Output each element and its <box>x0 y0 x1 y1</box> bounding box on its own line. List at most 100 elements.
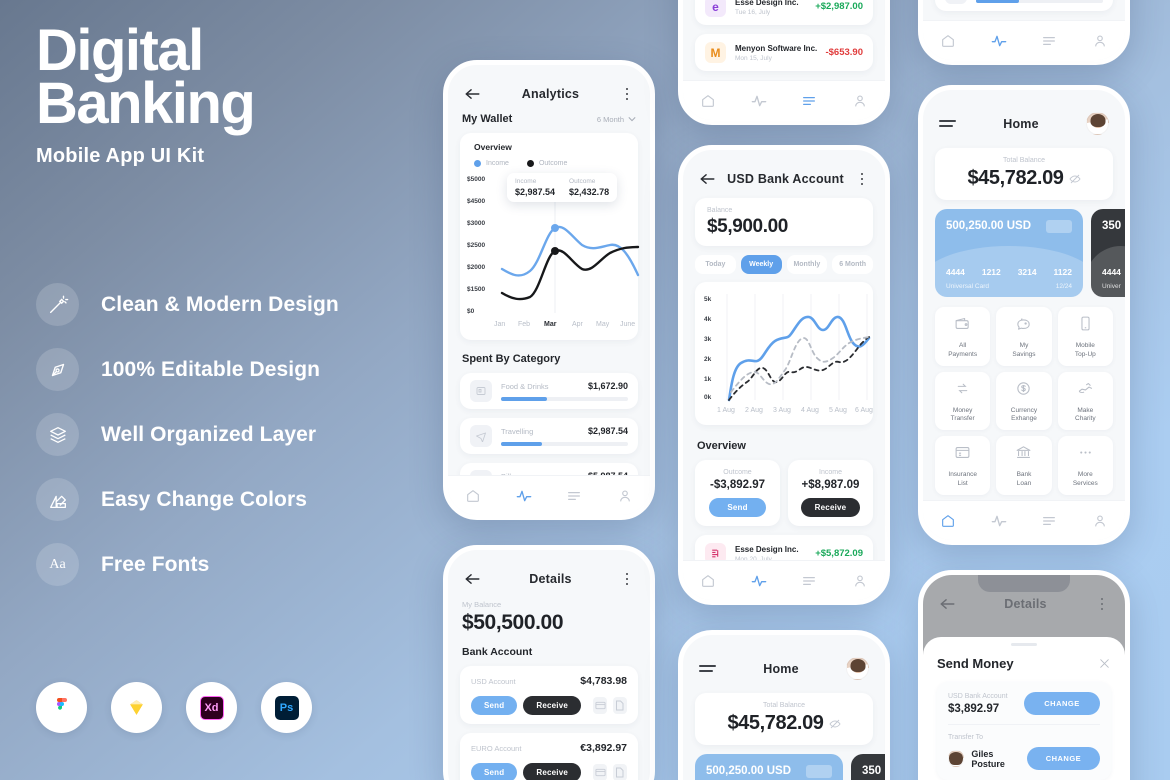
eye-hidden-icon[interactable] <box>829 718 841 730</box>
profile-icon[interactable] <box>1092 33 1108 49</box>
service-my-savings[interactable]: My Savings <box>996 307 1052 366</box>
service-money-transfer[interactable]: Money Transfer <box>935 371 991 431</box>
card-icon[interactable] <box>593 697 607 714</box>
activity-icon[interactable] <box>991 33 1007 49</box>
profile-icon[interactable] <box>1092 513 1108 529</box>
svg-text:2 Aug: 2 Aug <box>745 407 763 414</box>
profile-icon[interactable] <box>617 488 633 504</box>
avatar[interactable] <box>1086 112 1109 135</box>
bank-card-second[interactable]: 350 4444 Univer <box>1091 209 1125 297</box>
receive-button[interactable]: Receive <box>800 498 861 517</box>
statement-icon[interactable] <box>613 697 627 714</box>
phone-notch <box>978 90 1070 107</box>
profile-icon[interactable] <box>852 573 868 589</box>
category-row-travelling[interactable]: Travelling $2,987.54 <box>460 418 638 454</box>
more-options-icon[interactable] <box>1095 597 1109 611</box>
account-row-euro[interactable]: EURO Account €3,892.97 Send Receive <box>460 733 638 780</box>
receive-button[interactable]: Receive <box>523 696 582 715</box>
more-options-icon[interactable] <box>855 172 869 186</box>
list-icon[interactable] <box>1041 33 1057 49</box>
send-button[interactable]: Send <box>709 498 766 517</box>
back-arrow-icon[interactable] <box>699 172 716 186</box>
account-row-usd[interactable]: USD Account $4,783.98 Send Receive <box>460 666 638 724</box>
segment-weekly[interactable]: Weekly <box>740 255 782 274</box>
card-icon[interactable] <box>593 764 607 780</box>
segment-today[interactable]: Today <box>695 255 736 274</box>
send-button[interactable]: Send <box>471 763 518 780</box>
list-icon[interactable] <box>801 93 817 109</box>
back-arrow-icon[interactable] <box>939 597 956 611</box>
service-bank-loan[interactable]: Bank Loan <box>996 436 1052 495</box>
category-amount: $2,987.54 <box>587 426 628 436</box>
change-recipient-button[interactable]: CHANGE <box>1026 747 1100 770</box>
menu-icon[interactable] <box>699 664 716 673</box>
activity-icon[interactable] <box>751 573 767 589</box>
bank-card-universal[interactable]: 500,250.00 USD 4444 1212 3214 1122 Unive… <box>695 754 843 780</box>
svg-text:3k: 3k <box>704 336 712 343</box>
activity-icon[interactable] <box>991 513 1007 529</box>
segment-monthly[interactable]: Monthly <box>786 255 828 274</box>
home-icon[interactable] <box>940 513 956 529</box>
svg-text:4k: 4k <box>704 316 712 323</box>
service-make-charity[interactable]: Make Charity <box>1057 371 1113 431</box>
activity-icon[interactable] <box>516 488 532 504</box>
service-insurance-list[interactable]: Insurance List <box>935 436 991 495</box>
transaction-row-menyon[interactable]: M Menyon Software Inc. Mon 15, July -$65… <box>695 34 873 71</box>
esse-logo-icon: e <box>705 0 726 17</box>
activity-icon[interactable] <box>751 93 767 109</box>
segment-6month[interactable]: 6 Month <box>832 255 873 274</box>
service-mobile-topup[interactable]: Mobile Top-Up <box>1057 307 1113 366</box>
back-arrow-icon[interactable] <box>464 572 481 586</box>
card-number: 4444 1212 3214 1122 <box>946 267 1072 277</box>
sheet-grabber[interactable] <box>1011 643 1037 646</box>
svg-text:2k: 2k <box>704 356 712 363</box>
svg-text:$0: $0 <box>467 308 475 315</box>
eye-hidden-icon[interactable] <box>1069 173 1081 185</box>
service-currency-exchange[interactable]: Currency Exhange <box>996 371 1052 431</box>
sketch-logo <box>111 682 162 733</box>
svg-text:6 Aug: 6 Aug <box>855 407 873 414</box>
back-arrow-icon[interactable] <box>464 87 481 101</box>
list-icon[interactable] <box>801 573 817 589</box>
statement-icon[interactable] <box>613 764 627 780</box>
category-row-bills[interactable]: Bills $5,987.54 <box>935 0 1113 11</box>
more-options-icon[interactable] <box>620 572 634 586</box>
insurance-card-icon <box>955 447 970 459</box>
avatar[interactable] <box>846 657 869 680</box>
list-icon[interactable] <box>1041 513 1057 529</box>
section-title: Bank Account <box>462 646 533 658</box>
service-all-payments[interactable]: All Payments <box>935 307 991 366</box>
transaction-amount: +$5,872.09 <box>815 548 863 559</box>
bank-card-universal[interactable]: 500,250.00 USD 4444 1212 3214 1122 Unive… <box>935 209 1083 297</box>
home-icon[interactable] <box>700 93 716 109</box>
total-balance-value: $45,782.09 <box>727 712 824 734</box>
bank-card-second[interactable]: 350 4444 Univer <box>851 754 885 780</box>
period-selector[interactable]: 6 Month <box>597 115 636 124</box>
card-digit-group: 1122 <box>1053 267 1072 277</box>
software-logo-list: Xd Ps <box>36 682 312 733</box>
home-icon[interactable] <box>465 488 481 504</box>
card-digit-group: 3214 <box>1017 267 1037 277</box>
balance-card: Balance $5,900.00 <box>695 198 873 246</box>
home-icon[interactable] <box>940 33 956 49</box>
tooltip-outcome-label: Outcome <box>569 178 596 185</box>
feature-label: Clean & Modern Design <box>101 292 339 316</box>
list-icon[interactable] <box>566 488 582 504</box>
change-account-button[interactable]: CHANGE <box>1024 692 1100 715</box>
svg-text:$2500: $2500 <box>467 242 485 249</box>
category-row-food[interactable]: Food & Drinks $1,672.90 <box>460 373 638 409</box>
send-button[interactable]: Send <box>471 696 518 715</box>
profile-icon[interactable] <box>852 93 868 109</box>
title-line-2: Banking <box>36 71 256 137</box>
menu-icon[interactable] <box>939 119 956 128</box>
service-label: Currency Exhange <box>1010 406 1038 423</box>
more-options-icon[interactable] <box>620 87 634 101</box>
screen-title: Details <box>529 572 572 586</box>
receive-button[interactable]: Receive <box>523 763 582 780</box>
close-icon[interactable] <box>1098 657 1111 670</box>
transaction-row-esse[interactable]: e Esse Design Inc. Tue 16, July +$2,987.… <box>695 0 873 25</box>
service-more[interactable]: More Services <box>1057 436 1113 495</box>
home-icon[interactable] <box>700 573 716 589</box>
typography-icon: Aa <box>36 543 79 586</box>
feature-item-editable: 100% Editable Design <box>36 337 436 402</box>
